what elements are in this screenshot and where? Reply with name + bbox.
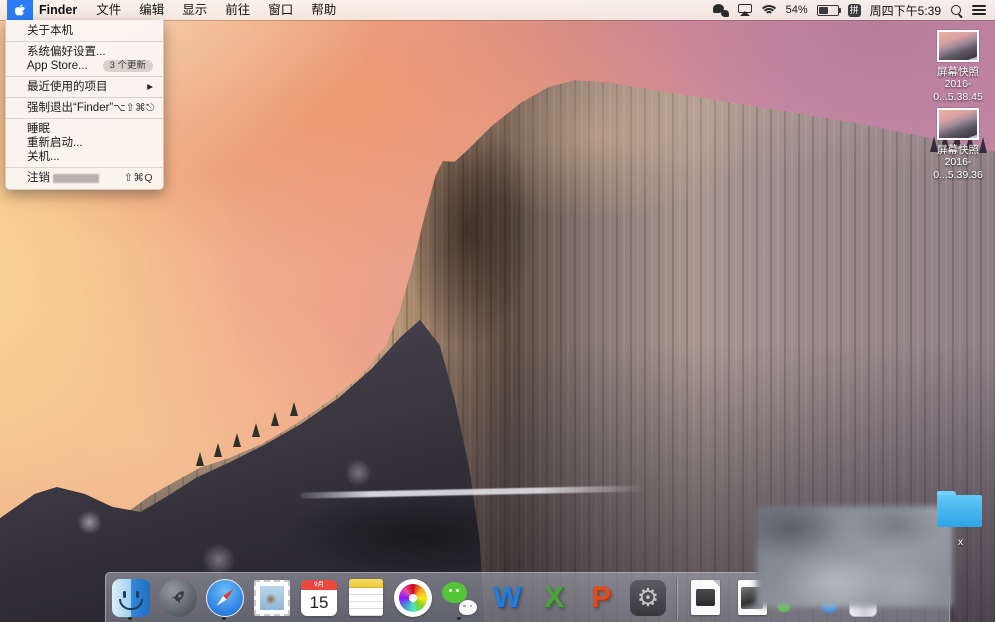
- dock-finder-icon[interactable]: [112, 578, 150, 617]
- dock-word-icon[interactable]: W: [488, 579, 526, 617]
- submenu-arrow-icon: ▶: [147, 82, 153, 91]
- folder-label: x: [957, 536, 964, 548]
- menu-item-system-preferences[interactable]: 系统偏好设置...: [6, 45, 163, 59]
- file-label-line1: 屏幕快照: [937, 144, 979, 156]
- calendar-month: 9月: [301, 579, 337, 590]
- tree-silhouette: [214, 443, 222, 457]
- shortcut-label: ⇧⌘Q: [124, 172, 153, 184]
- wechat-status-icon[interactable]: [712, 3, 729, 17]
- menu-item-about-this-mac[interactable]: 关于本机: [6, 24, 163, 38]
- running-indicator-finder: [128, 617, 132, 620]
- menu-clock[interactable]: 周四下午5:39: [870, 2, 941, 19]
- menu-separator: [6, 118, 163, 119]
- redacted-username: [53, 173, 99, 183]
- file-label-line2: 2016-0...5.38.45: [933, 78, 983, 103]
- notification-center-icon[interactable]: [972, 5, 986, 15]
- menu-item-app-store[interactable]: App Store... 3 个更新: [6, 59, 163, 73]
- menu-item-sleep[interactable]: 睡眠: [6, 122, 163, 136]
- tree-silhouette: [196, 452, 204, 466]
- dock-divider: [676, 576, 677, 619]
- dock-mail-icon[interactable]: [253, 579, 291, 617]
- screenshot-thumbnail: [937, 30, 979, 62]
- dock-photos-icon[interactable]: [394, 578, 432, 617]
- dock-powerpoint-icon[interactable]: P: [582, 579, 620, 617]
- apple-dropdown-menu: 关于本机 系统偏好设置... App Store... 3 个更新 最近使用的项目…: [5, 20, 164, 190]
- dock-document-installer-icon[interactable]: [686, 579, 724, 617]
- update-count-badge: 3 个更新: [102, 60, 153, 72]
- menu-window[interactable]: 窗口: [259, 0, 302, 20]
- menu-item-force-quit[interactable]: 强制退出“Finder” ⌥⇧⌘⎋: [6, 101, 163, 115]
- menu-go[interactable]: 前往: [216, 0, 259, 20]
- dock-notes-icon[interactable]: [347, 579, 385, 617]
- menu-item-log-out[interactable]: 注销 ⇧⌘Q: [6, 171, 163, 185]
- menu-item-restart[interactable]: 重新启动...: [6, 136, 163, 150]
- dock-wechat-icon[interactable]: [441, 579, 479, 617]
- apple-menu-button[interactable]: [7, 0, 33, 20]
- menu-app-title[interactable]: Finder: [33, 0, 87, 20]
- menu-separator: [6, 41, 163, 42]
- tree-silhouette: [271, 412, 279, 426]
- shortcut-label: ⌥⇧⌘⎋: [113, 102, 155, 114]
- apple-icon: [14, 3, 25, 16]
- menu-bar: Finder 文件 编辑 显示 前往 窗口 帮助 54% 拼 周四下午5:39: [0, 0, 995, 20]
- dock-system-preferences-icon[interactable]: ⚙: [629, 579, 667, 617]
- censored-blur-region: [756, 506, 953, 607]
- spotlight-icon[interactable]: [950, 4, 963, 19]
- running-indicator-safari: [222, 617, 226, 620]
- menu-file[interactable]: 文件: [87, 0, 130, 20]
- menu-item-recent-items[interactable]: 最近使用的项目 ▶: [6, 80, 163, 94]
- calendar-day: 15: [309, 592, 329, 612]
- status-area: 54% 拼 周四下午5:39: [712, 2, 995, 19]
- desktop-screen: Finder 文件 编辑 显示 前往 窗口 帮助 54% 拼 周四下午5:39 …: [0, 0, 995, 622]
- airplay-icon[interactable]: [737, 4, 752, 16]
- menu-view[interactable]: 显示: [173, 0, 216, 20]
- input-method-icon[interactable]: 拼: [847, 3, 861, 17]
- menu-help[interactable]: 帮助: [302, 0, 345, 20]
- dock-safari-icon[interactable]: [206, 578, 244, 617]
- desktop-file-screenshot-2[interactable]: 屏幕快照 2016-0...5.39.36: [920, 108, 995, 181]
- menu-separator: [6, 167, 163, 168]
- wifi-icon[interactable]: [758, 4, 779, 16]
- screenshot-thumbnail: [937, 108, 979, 140]
- menu-item-shut-down[interactable]: 关机...: [6, 150, 163, 164]
- file-label-line1: 屏幕快照: [937, 66, 979, 78]
- menu-separator: [6, 97, 163, 98]
- tree-silhouette: [252, 423, 260, 437]
- desktop-folder-icon[interactable]: [937, 491, 982, 528]
- dock-launchpad-icon[interactable]: [159, 578, 197, 617]
- menu-edit[interactable]: 编辑: [130, 0, 173, 20]
- file-label-line2: 2016-0...5.39.36: [933, 156, 983, 181]
- desktop-file-screenshot-1[interactable]: 屏幕快照 2016-0...5.38.45: [920, 30, 995, 103]
- tree-silhouette: [233, 433, 241, 447]
- battery-percent: 54%: [785, 4, 808, 16]
- tree-silhouette: [290, 402, 298, 416]
- running-indicator-wechat: [457, 617, 461, 620]
- dock-excel-icon[interactable]: X: [535, 579, 573, 617]
- dock-calendar-icon[interactable]: 9月 15: [300, 579, 338, 617]
- battery-icon[interactable]: [816, 4, 841, 16]
- menu-separator: [6, 76, 163, 77]
